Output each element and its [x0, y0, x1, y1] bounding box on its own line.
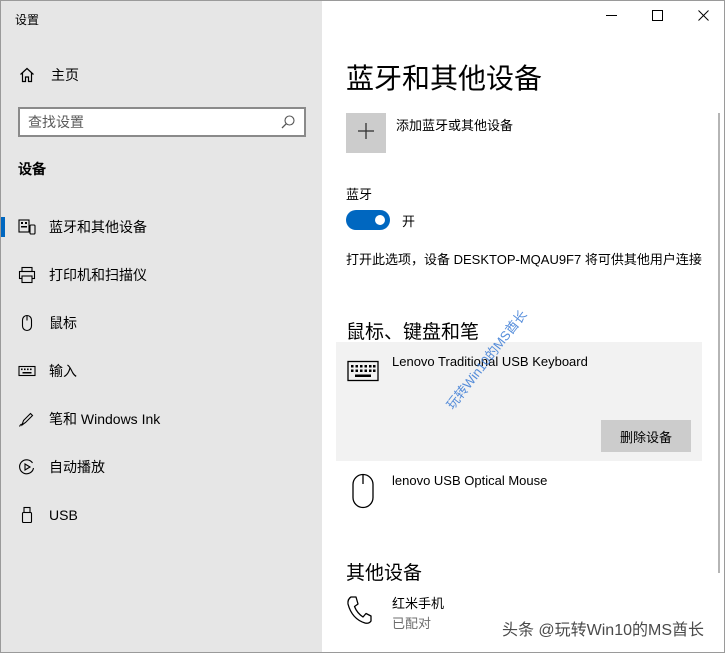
bluetooth-devices-icon — [18, 218, 36, 236]
search-box[interactable] — [18, 107, 306, 137]
sidebar-item-usb[interactable]: USB — [1, 495, 322, 535]
keyboard-icon — [347, 360, 379, 387]
sidebar-item-mouse[interactable]: 鼠标 — [1, 303, 322, 343]
app-title: 设置 — [15, 13, 40, 27]
sidebar-item-printers[interactable]: 打印机和扫描仪 — [1, 255, 322, 295]
sidebar-item-label: USB — [49, 507, 78, 523]
device-name: 红米手机 — [392, 596, 445, 611]
bluetooth-label: 蓝牙 — [346, 187, 373, 202]
minimize-icon — [605, 8, 617, 26]
device-status: 已配对 — [392, 616, 432, 631]
sidebar-item-autoplay[interactable]: 自动播放 — [1, 447, 322, 487]
add-device-button[interactable]: 添加蓝牙或其他设备 — [346, 113, 513, 153]
add-device-label[interactable]: 添加蓝牙或其他设备 — [396, 115, 513, 134]
window-controls — [588, 1, 724, 33]
plus-icon — [357, 122, 375, 145]
bluetooth-description: 打开此选项，设备 DESKTOP-MQAU9F7 将可供其他用户连接 — [346, 252, 702, 267]
home-label: 主页 — [51, 67, 79, 83]
search-icon[interactable] — [280, 114, 296, 130]
bluetooth-toggle-row: 开 — [346, 210, 415, 230]
sidebar-item-label: 鼠标 — [49, 315, 77, 331]
sidebar-section-title: 设备 — [18, 161, 46, 177]
phone-icon — [346, 595, 372, 630]
home-icon — [17, 67, 37, 83]
settings-window: 设置 主页 设备 蓝牙和其他设备 打印机和扫描仪 — [0, 0, 725, 653]
printer-icon — [18, 266, 36, 284]
scrollbar[interactable] — [718, 113, 720, 573]
sidebar-item-pen[interactable]: 笔和 Windows Ink — [1, 399, 322, 439]
toggle-knob — [375, 215, 385, 225]
main-content: 蓝牙和其他设备 添加蓝牙或其他设备 蓝牙 开 打开此选项，设备 DESKTOP-… — [322, 1, 724, 652]
usb-icon — [18, 506, 36, 524]
sidebar: 设置 主页 设备 蓝牙和其他设备 打印机和扫描仪 — [1, 1, 322, 652]
device-name: lenovo USB Optical Mouse — [392, 473, 548, 488]
page-title: 蓝牙和其他设备 — [346, 63, 543, 94]
sidebar-item-label: 笔和 Windows Ink — [49, 411, 161, 427]
maximize-icon — [651, 8, 663, 26]
remove-device-button[interactable]: 删除设备 — [601, 420, 691, 452]
search-input[interactable] — [28, 114, 280, 130]
autoplay-icon — [18, 458, 36, 476]
sidebar-item-label: 打印机和扫描仪 — [49, 267, 147, 283]
device-item-mouse[interactable]: lenovo USB Optical Mouse — [336, 467, 702, 517]
add-device-box[interactable] — [346, 113, 386, 153]
watermark-footer: 头条 @玩转Win10的MS酋长 — [501, 622, 704, 639]
maximize-button[interactable] — [634, 1, 680, 33]
minimize-button[interactable] — [588, 1, 634, 33]
close-icon — [697, 8, 709, 26]
mouse-icon — [18, 314, 36, 332]
keyboard-icon — [18, 362, 36, 380]
sidebar-item-label: 自动播放 — [49, 459, 105, 475]
device-item-keyboard[interactable]: Lenovo Traditional USB Keyboard 删除设备 — [336, 342, 702, 461]
sidebar-item-bluetooth[interactable]: 蓝牙和其他设备 — [1, 207, 322, 247]
sidebar-item-label: 输入 — [49, 363, 77, 379]
mouse-keyboard-pen-heading: 鼠标、键盘和笔 — [346, 322, 480, 343]
bluetooth-state-label: 开 — [402, 213, 416, 229]
other-devices-heading: 其他设备 — [346, 563, 423, 584]
sidebar-item-label: 蓝牙和其他设备 — [49, 219, 147, 235]
bluetooth-toggle[interactable] — [346, 210, 390, 230]
sidebar-item-typing[interactable]: 输入 — [1, 351, 322, 391]
close-button[interactable] — [680, 1, 724, 33]
mouse-icon — [351, 473, 375, 514]
pen-icon — [18, 410, 36, 428]
sidebar-home[interactable]: 主页 — [17, 63, 79, 87]
